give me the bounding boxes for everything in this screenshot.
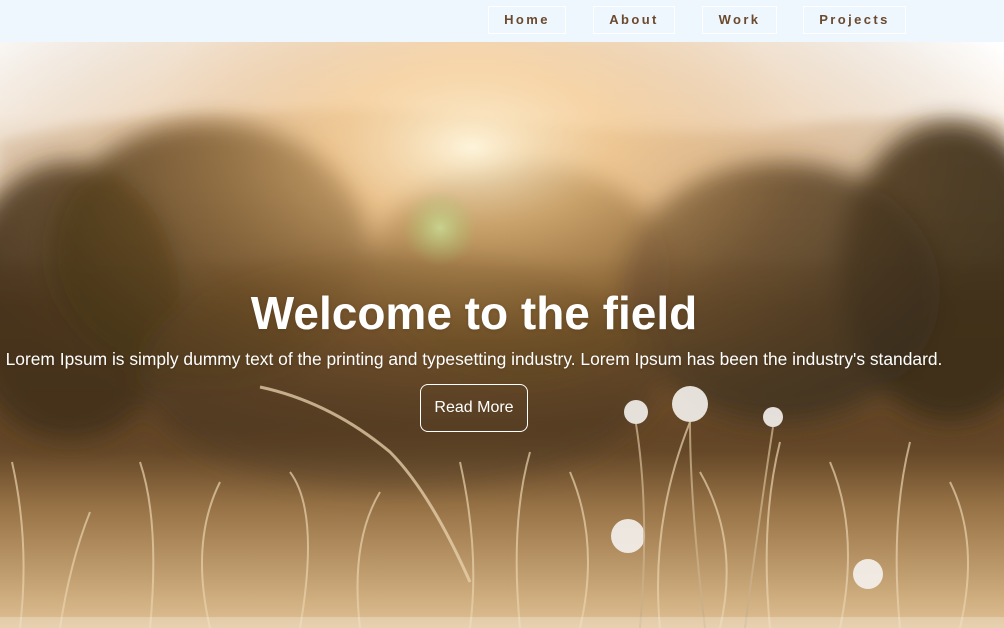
read-more-button[interactable]: Read More [420,384,528,432]
navbar: Home About Work Projects [0,0,1004,42]
nav-work-button[interactable]: Work [702,6,777,34]
nav-about-button[interactable]: About [593,6,675,34]
page: Home About Work Projects Welcome to the … [0,0,1004,628]
hero-section: Welcome to the field Lorem Ipsum is simp… [0,42,1004,628]
nav-home-button[interactable]: Home [488,6,566,34]
nav-projects-button[interactable]: Projects [803,6,906,34]
hero-title: Welcome to the field [250,287,698,339]
hero-description: Lorem Ipsum is simply dummy text of the … [5,349,943,369]
